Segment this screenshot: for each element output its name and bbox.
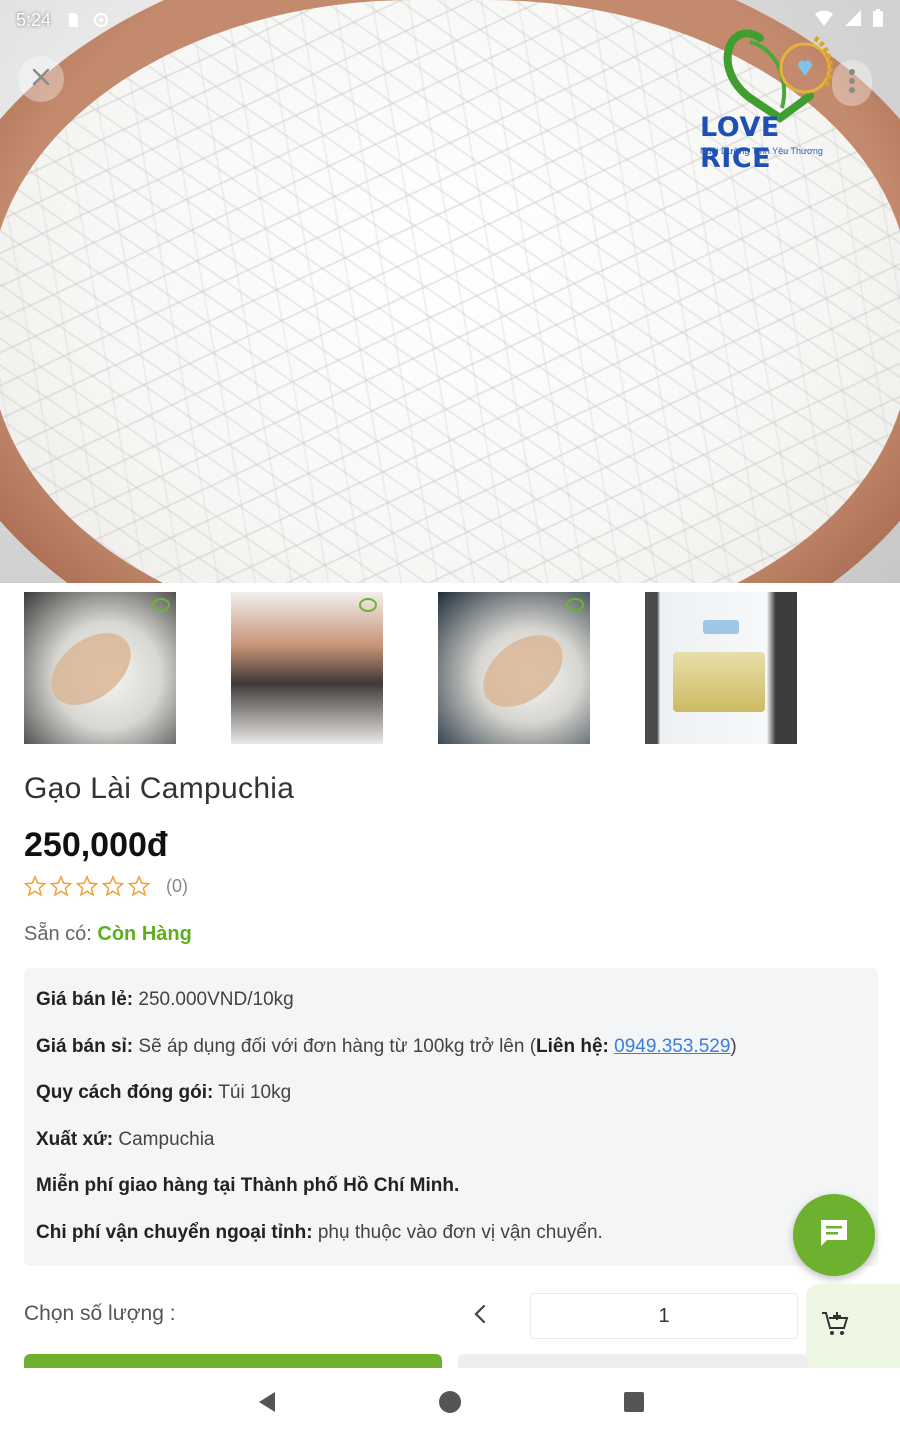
star-outline-icon (50, 875, 72, 897)
system-nav-bar (0, 1368, 900, 1440)
thumbnail-4[interactable] (645, 592, 797, 744)
availability-value: Còn Hàng (97, 923, 192, 945)
quantity-value: 1 (658, 1304, 670, 1327)
availability: Sẵn có: Còn Hàng (24, 923, 192, 946)
wholesale-close: ) (730, 1035, 737, 1057)
retail-price-label: Giá bán lẻ: (36, 989, 134, 1010)
thumbnail-strip (24, 592, 900, 744)
packing-label: Quy cách đóng gói: (36, 1082, 214, 1103)
origin-row: Xuất xứ: Campuchia (36, 1128, 866, 1175)
close-button[interactable] (18, 56, 64, 102)
wholesale-price-value: Sẽ áp dụng đối với đơn hàng từ 100kg trở… (138, 1035, 537, 1057)
rating-count: (0) (166, 875, 188, 896)
star-outline-icon (24, 875, 46, 897)
star-outline-icon (102, 875, 124, 897)
sd-card-icon (65, 12, 81, 28)
free-shipping-row: Miễn phí giao hàng tại Thành phố Hồ Chí … (36, 1174, 866, 1221)
secondary-action-button[interactable] (458, 1354, 808, 1368)
star-outline-icon (128, 875, 150, 897)
contact-phone-link[interactable]: 0949.353.529 (614, 1036, 730, 1057)
thumbnail-1[interactable] (24, 592, 176, 744)
nav-back-button[interactable] (254, 1390, 278, 1419)
add-to-cart-icon (820, 1309, 850, 1344)
retail-price-row: Giá bán lẻ: 250.000VND/10kg (36, 988, 866, 1035)
chat-icon (817, 1216, 851, 1255)
product-details-box: Giá bán lẻ: 250.000VND/10kg Giá bán sỉ: … (24, 968, 878, 1266)
brand-tagline: Nuôi Dưỡng Tình Yêu Thương (700, 146, 823, 156)
close-icon (30, 66, 52, 93)
nav-recents-button[interactable] (622, 1391, 646, 1418)
packing-row: Quy cách đóng gói: Túi 10kg (36, 1081, 866, 1128)
shipping-cost-row: Chi phí vận chuyển ngoại tỉnh: phụ thuộc… (36, 1221, 866, 1268)
free-shipping-text: Miễn phí giao hàng tại Thành phố Hồ Chí … (36, 1175, 460, 1196)
notification-icon (93, 12, 109, 28)
shipping-cost-value: phụ thuộc vào đơn vị vận chuyển. (317, 1221, 603, 1243)
quantity-decrease-button[interactable] (462, 1294, 498, 1338)
nav-home-button[interactable] (438, 1390, 462, 1419)
nav-home-icon (438, 1390, 462, 1419)
wholesale-price-row: Giá bán sỉ: Sẽ áp dụng đối với đơn hàng … (36, 1035, 866, 1082)
origin-label: Xuất xứ: (36, 1128, 114, 1150)
thumbnail-3[interactable] (438, 592, 590, 744)
rating-row[interactable]: (0) (24, 875, 188, 897)
buy-now-button[interactable] (24, 1354, 442, 1368)
quantity-input[interactable]: 1 (530, 1293, 798, 1339)
retail-price-value: 250.000VND/10kg (138, 989, 294, 1010)
nav-back-icon (255, 1390, 277, 1419)
contact-label: Liên hệ: (536, 1035, 609, 1057)
quantity-label: Chọn số lượng : (24, 1302, 176, 1325)
status-time: 5:24 (16, 9, 52, 30)
wholesale-price-label: Giá bán sỉ: (36, 1035, 134, 1057)
product-price: 250,000đ (24, 826, 168, 864)
chevron-left-icon (473, 1303, 487, 1330)
origin-value: Campuchia (118, 1128, 215, 1150)
product-title: Gạo Lài Campuchia (24, 772, 295, 805)
thumbnail-2[interactable] (231, 592, 383, 744)
add-to-cart-button[interactable] (806, 1284, 900, 1368)
nav-recents-icon (623, 1391, 645, 1418)
star-outline-icon (76, 875, 98, 897)
availability-label: Sẵn có: (24, 923, 92, 945)
battery-icon (872, 8, 884, 33)
shipping-cost-label: Chi phí vận chuyển ngoại tỉnh: (36, 1221, 313, 1243)
chat-button[interactable] (793, 1194, 875, 1276)
packing-value: Túi 10kg (218, 1082, 292, 1103)
brand-name: LOVE RICE (700, 112, 780, 174)
